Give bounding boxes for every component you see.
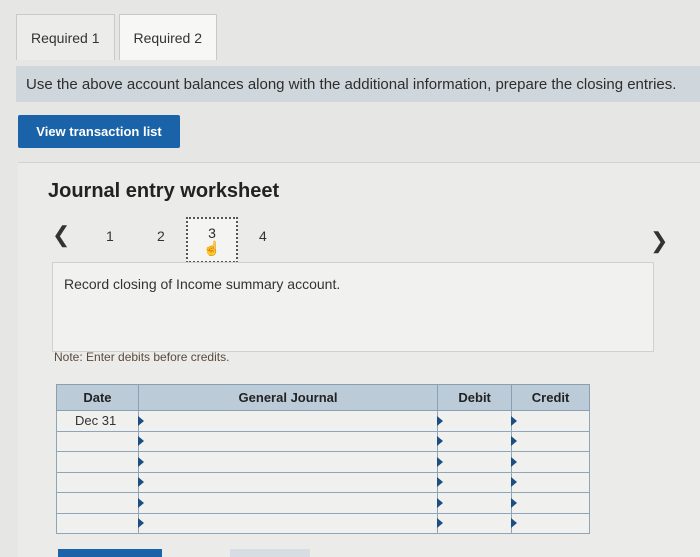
table-row xyxy=(56,512,590,534)
tab-bar: Required 1 Required 2 xyxy=(16,14,217,60)
dropdown-arrow-icon xyxy=(511,456,518,467)
date-cell[interactable] xyxy=(56,430,139,452)
dropdown-arrow-icon xyxy=(511,436,518,447)
debit-cell[interactable] xyxy=(437,430,513,452)
step-4[interactable]: 4 xyxy=(259,228,267,244)
clear-entry-button-edge[interactable] xyxy=(230,549,310,557)
step-3-label: 3 xyxy=(208,225,216,241)
credit-header: Credit xyxy=(511,384,590,411)
dropdown-arrow-icon xyxy=(511,518,518,529)
hand-pointer-icon: ☝ xyxy=(203,240,221,256)
record-entry-button-edge[interactable] xyxy=(58,549,162,557)
date-header: Date xyxy=(56,384,139,411)
dropdown-arrow-icon xyxy=(511,497,518,508)
instruction-banner: Use the above account balances along wit… xyxy=(16,66,700,102)
step-1[interactable]: 1 xyxy=(106,228,114,244)
dropdown-arrow-icon xyxy=(511,477,518,488)
date-cell[interactable] xyxy=(56,451,139,473)
debit-cell[interactable] xyxy=(437,410,513,432)
table-row: Dec 31 xyxy=(56,410,590,432)
step-3-active[interactable]: 3 ☝ xyxy=(186,217,238,263)
dropdown-arrow-icon xyxy=(437,518,444,529)
tab-required-2[interactable]: Required 2 xyxy=(118,14,217,60)
chevron-left-icon[interactable]: ❮ xyxy=(52,222,70,248)
dropdown-arrow-icon xyxy=(137,518,144,529)
debit-cell[interactable] xyxy=(437,492,513,514)
dropdown-arrow-icon xyxy=(137,415,144,426)
step-2[interactable]: 2 xyxy=(157,228,165,244)
date-cell[interactable]: Dec 31 xyxy=(56,410,139,432)
account-cell[interactable] xyxy=(137,471,439,493)
credit-cell[interactable] xyxy=(511,471,590,493)
dropdown-arrow-icon xyxy=(137,477,144,488)
table-row xyxy=(56,451,590,473)
table-row xyxy=(56,430,590,452)
credit-cell[interactable] xyxy=(511,430,590,452)
view-transaction-list-button[interactable]: View transaction list xyxy=(18,115,180,148)
account-cell[interactable] xyxy=(137,430,439,452)
account-cell[interactable] xyxy=(137,451,439,473)
chevron-right-icon[interactable]: ❯ xyxy=(650,228,668,254)
account-cell[interactable] xyxy=(137,410,439,432)
table-row xyxy=(56,471,590,493)
credit-cell[interactable] xyxy=(511,492,590,514)
dropdown-arrow-icon xyxy=(137,497,144,508)
debit-cell[interactable] xyxy=(437,471,513,493)
debit-header: Debit xyxy=(437,384,513,411)
dropdown-arrow-icon xyxy=(437,456,444,467)
dropdown-arrow-icon xyxy=(437,477,444,488)
worksheet-title: Journal entry worksheet xyxy=(48,180,280,202)
account-cell[interactable] xyxy=(137,512,439,534)
general-journal-header: General Journal xyxy=(137,384,439,411)
dropdown-arrow-icon xyxy=(437,497,444,508)
dropdown-arrow-icon xyxy=(437,436,444,447)
date-cell[interactable] xyxy=(56,492,139,514)
debit-cell[interactable] xyxy=(437,451,513,473)
journal-table: Date General Journal Debit Credit Dec 31 xyxy=(56,384,590,534)
dropdown-arrow-icon xyxy=(511,415,518,426)
credit-cell[interactable] xyxy=(511,451,590,473)
credit-cell[interactable] xyxy=(511,410,590,432)
instruction-text: Record closing of Income summary account… xyxy=(64,276,341,292)
debit-cell[interactable] xyxy=(437,512,513,534)
dropdown-arrow-icon xyxy=(137,456,144,467)
date-cell[interactable] xyxy=(56,471,139,493)
dropdown-arrow-icon xyxy=(437,415,444,426)
credit-cell[interactable] xyxy=(511,512,590,534)
note-text: Note: Enter debits before credits. xyxy=(54,350,230,364)
dropdown-arrow-icon xyxy=(137,436,144,447)
account-cell[interactable] xyxy=(137,492,439,514)
table-row xyxy=(56,492,590,514)
date-cell[interactable] xyxy=(56,512,139,534)
tab-required-1[interactable]: Required 1 xyxy=(16,14,115,60)
